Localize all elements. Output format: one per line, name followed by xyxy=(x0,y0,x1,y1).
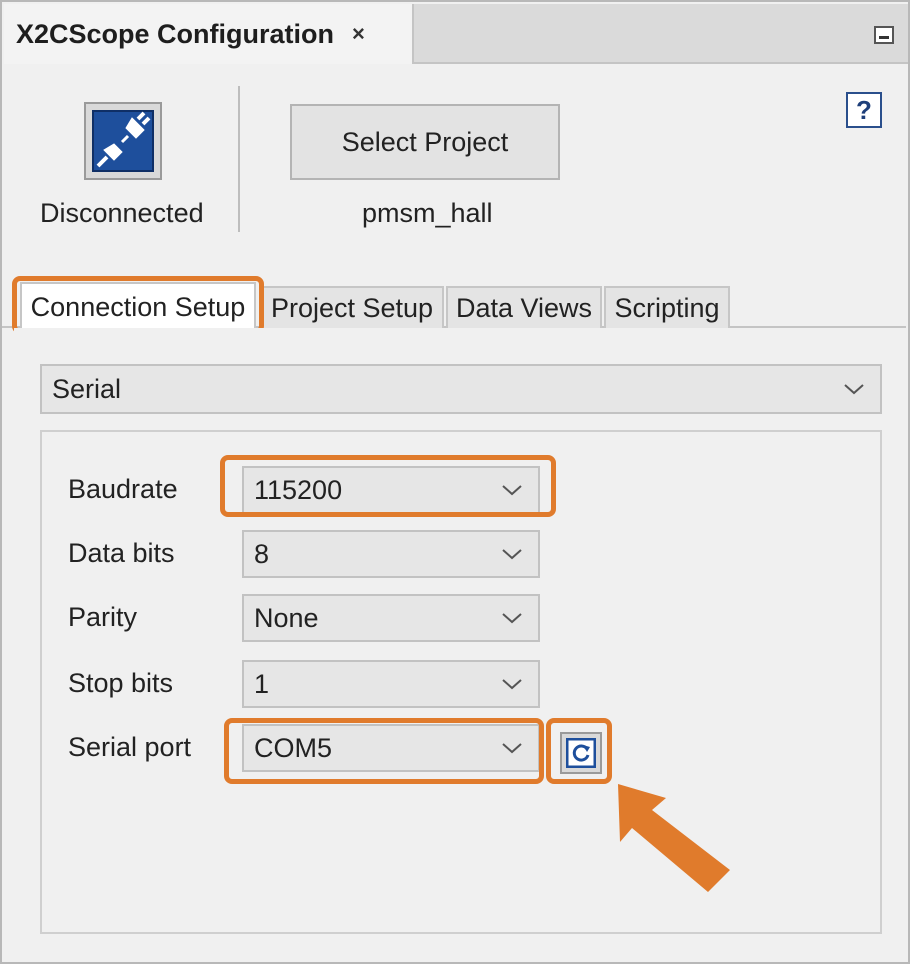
document-tab[interactable]: X2CScope Configuration × xyxy=(4,4,414,64)
chevron-down-icon xyxy=(502,679,522,690)
interface-select[interactable]: Serial xyxy=(40,364,882,414)
orange-arrow-icon xyxy=(618,784,730,892)
parity-value: None xyxy=(254,602,319,633)
stop-bits-select[interactable]: 1 xyxy=(242,660,540,708)
parity-label: Parity xyxy=(68,602,138,632)
select-project-button[interactable]: Select Project xyxy=(290,104,560,180)
data-bits-value: 8 xyxy=(254,538,270,569)
connection-status: Disconnected xyxy=(40,198,204,228)
serial-port-label: Serial port xyxy=(68,732,192,762)
tab-data-views[interactable]: Data Views xyxy=(446,286,602,328)
tab-project-setup[interactable]: Project Setup xyxy=(260,286,444,328)
parity-select[interactable]: None xyxy=(242,594,540,642)
data-bits-select[interactable]: 8 xyxy=(242,530,540,578)
header-divider xyxy=(238,86,240,232)
document-tab-title: X2CScope Configuration xyxy=(16,18,335,49)
highlight-connection-tab xyxy=(12,276,264,334)
highlight-baudrate xyxy=(220,455,556,517)
highlight-refresh xyxy=(546,718,612,784)
highlight-serial-port xyxy=(224,718,544,784)
interface-value: Serial xyxy=(52,373,122,404)
chevron-down-icon xyxy=(502,549,522,560)
stop-bits-label: Stop bits xyxy=(68,668,174,698)
chevron-down-icon xyxy=(844,384,864,395)
data-bits-label: Data bits xyxy=(68,538,175,568)
close-icon[interactable]: × xyxy=(352,21,365,47)
stop-bits-value: 1 xyxy=(254,668,270,699)
minimize-icon[interactable] xyxy=(874,26,894,44)
project-name: pmsm_hall xyxy=(362,198,493,228)
tab-scripting[interactable]: Scripting xyxy=(604,286,730,328)
plug-disconnected-icon[interactable] xyxy=(84,102,162,180)
chevron-down-icon xyxy=(502,613,522,624)
baudrate-label: Baudrate xyxy=(68,474,178,504)
document-tab-bar: X2CScope Configuration × xyxy=(4,4,908,64)
help-icon[interactable]: ? xyxy=(846,92,882,128)
